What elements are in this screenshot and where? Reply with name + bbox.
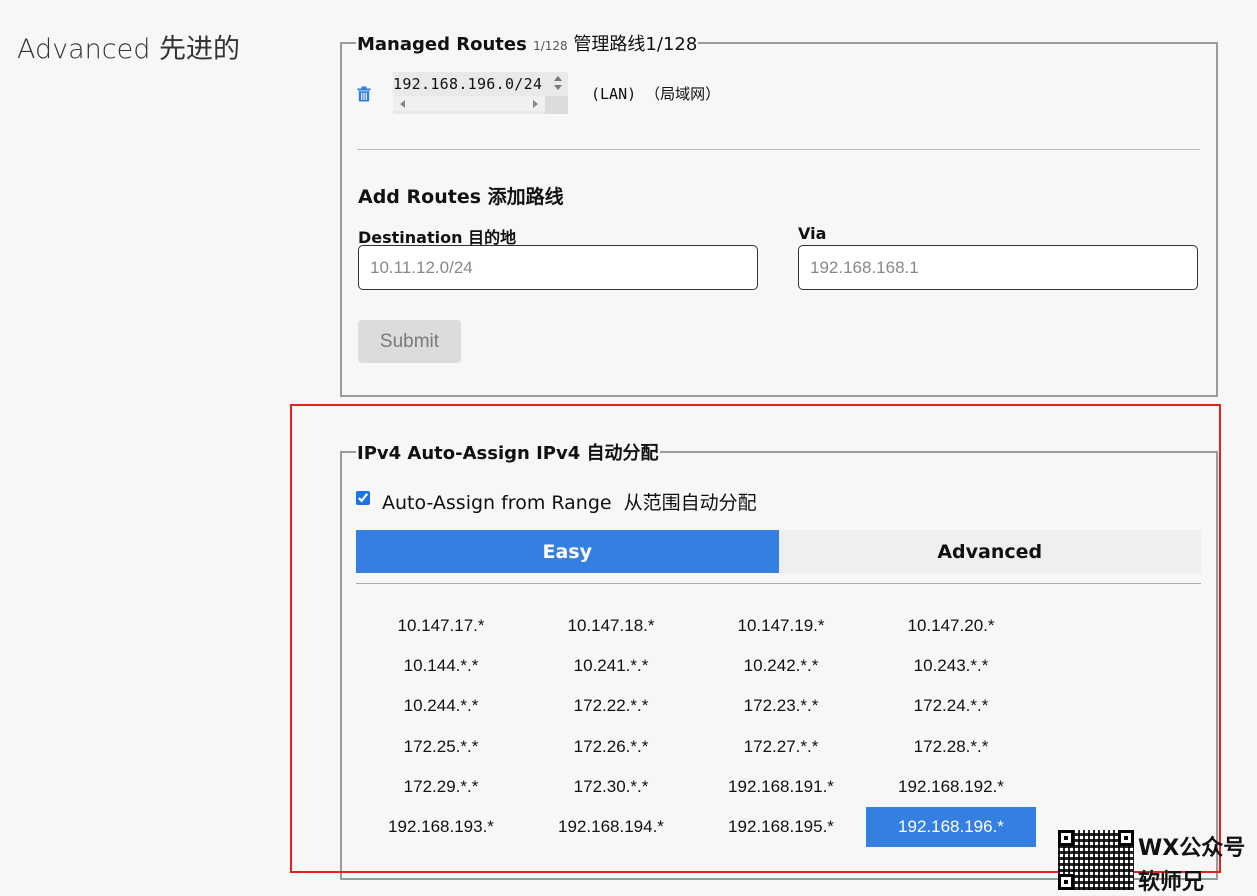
tab-easy[interactable]: Easy xyxy=(356,530,779,573)
scroll-right-icon[interactable] xyxy=(533,100,538,108)
managed-routes-count: 1/128 xyxy=(533,39,568,53)
auto-assign-label[interactable]: Auto-Assign from Range 从范围自动分配 xyxy=(382,488,757,515)
qr-code-icon xyxy=(1058,830,1134,890)
route-target-field[interactable]: 192.168.196.0/24 xyxy=(393,72,568,114)
ip-range-option[interactable]: 172.24.*.* xyxy=(866,686,1036,726)
tabs-divider xyxy=(356,583,1201,584)
ip-range-option[interactable]: 10.147.18.* xyxy=(526,606,696,646)
scrollbar-corner xyxy=(545,96,568,114)
ip-range-option[interactable]: 10.147.17.* xyxy=(356,606,526,646)
ip-range-option[interactable]: 172.22.*.* xyxy=(526,686,696,726)
managed-routes-legend-cn: 管理路线1/128 xyxy=(567,34,698,55)
destination-input[interactable] xyxy=(358,245,758,290)
watermark-line-2: 软师兄 xyxy=(1138,870,1205,895)
ip-range-option[interactable]: 192.168.192.* xyxy=(866,767,1036,807)
ip-range-option[interactable]: 172.29.*.* xyxy=(356,767,526,807)
ip-range-option[interactable]: 192.168.193.* xyxy=(356,807,526,847)
managed-routes-legend: Managed Routes 1/128 管理路线1/128 xyxy=(356,30,698,56)
via-label: Via xyxy=(798,224,827,243)
ip-range-option[interactable]: 192.168.194.* xyxy=(526,807,696,847)
tab-advanced[interactable]: Advanced xyxy=(778,530,1201,573)
section-divider xyxy=(357,149,1200,150)
via-input[interactable] xyxy=(798,245,1198,290)
route-via-label: (LAN) （局域网） xyxy=(591,85,721,103)
submit-button[interactable]: Submit xyxy=(358,320,461,363)
ip-range-option[interactable]: 10.241.*.* xyxy=(526,646,696,686)
ip-range-option[interactable]: 172.30.*.* xyxy=(526,767,696,807)
route-target-value: 192.168.196.0/24 xyxy=(393,75,543,93)
ip-range-option[interactable]: 172.26.*.* xyxy=(526,727,696,767)
ip-range-grid: 10.147.17.* 10.147.18.* 10.147.19.* 10.1… xyxy=(356,606,1036,848)
ip-range-option[interactable]: 172.27.*.* xyxy=(696,727,866,767)
watermark-line-1: WX公众号 xyxy=(1138,836,1246,861)
ip-range-option[interactable]: 10.242.*.* xyxy=(696,646,866,686)
managed-routes-legend-title: Managed Routes xyxy=(357,34,534,55)
spinner-down-icon[interactable] xyxy=(554,85,562,90)
trash-icon[interactable] xyxy=(357,86,371,102)
ip-range-option[interactable]: 10.144.*.* xyxy=(356,646,526,686)
ip-range-option[interactable]: 172.28.*.* xyxy=(866,727,1036,767)
add-routes-title: Add Routes 添加路线 xyxy=(358,186,564,208)
ip-range-option[interactable]: 10.147.19.* xyxy=(696,606,866,646)
assign-mode-tabs: Easy Advanced xyxy=(356,530,1201,573)
ip-range-option[interactable]: 172.23.*.* xyxy=(696,686,866,726)
ip-range-option[interactable]: 10.147.20.* xyxy=(866,606,1036,646)
ip-range-option[interactable]: 192.168.191.* xyxy=(696,767,866,807)
page-title: Advanced 先进的 xyxy=(17,34,240,65)
ip-range-option[interactable]: 172.25.*.* xyxy=(356,727,526,767)
ip-range-option[interactable]: 10.243.*.* xyxy=(866,646,1036,686)
spinner-up-icon[interactable] xyxy=(554,76,562,81)
ip-range-option[interactable]: 192.168.196.* xyxy=(866,806,1036,848)
ip-range-option[interactable]: 10.244.*.* xyxy=(356,686,526,726)
scroll-left-icon[interactable] xyxy=(400,100,405,108)
auto-assign-checkbox[interactable] xyxy=(356,491,370,505)
ip-range-option[interactable]: 192.168.195.* xyxy=(696,807,866,847)
watermark: WX公众号 软师兄 xyxy=(1058,830,1257,895)
horizontal-scrollbar[interactable] xyxy=(393,96,545,111)
auto-assign-legend: IPv4 Auto-Assign IPv4 自动分配 xyxy=(357,443,659,464)
